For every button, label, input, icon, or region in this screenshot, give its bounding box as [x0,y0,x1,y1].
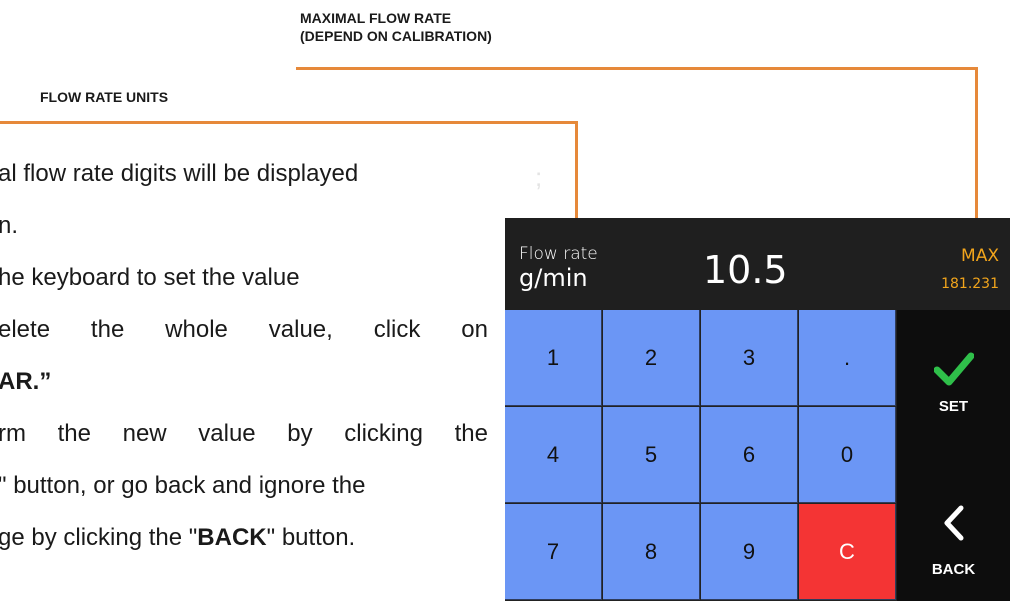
set-button[interactable]: SET [897,310,1010,455]
max-label: MAX [961,246,999,266]
clear-button[interactable]: C [799,504,896,600]
max-callout-line-vertical [975,67,978,230]
max-flow-callout-label: MAXIMAL FLOW RATE (DEPEND ON CALIBRATION… [300,9,492,45]
units-callout-line-horizontal [0,121,578,124]
max-value: 181.231 [941,276,999,292]
max-flow-callout-line2: (DEPEND ON CALIBRATION) [300,28,492,44]
key-5[interactable]: 5 [603,407,700,503]
text-line-6: rm the new value by clicking the [0,420,488,447]
key-6[interactable]: 6 [701,407,798,503]
flow-rate-value-display: 10.5 [703,248,788,292]
text-line-3: he keyboard to set the value [0,264,300,291]
checkmark-icon [934,352,974,386]
side-panel: SET BACK [897,310,1010,601]
instruction-text: al flow rate digits will be displayed n.… [0,148,488,564]
max-flow-callout-line1: MAXIMAL FLOW RATE [300,10,452,26]
key-decimal[interactable]: . [799,310,896,406]
text-line-8: ge by clicking the " BACK " button. [0,524,356,551]
key-3[interactable]: 3 [701,310,798,406]
flow-rate-label: Flow rate [519,244,598,264]
key-8[interactable]: 8 [603,504,700,600]
key-4[interactable]: 4 [505,407,602,503]
back-button[interactable]: BACK [897,455,1010,600]
numeric-keypad: 1 2 3 . 4 5 6 0 7 8 9 C [505,310,897,601]
key-0[interactable]: 0 [799,407,896,503]
text-line-7: " button, or go back and ignore the [0,472,366,499]
key-2[interactable]: 2 [603,310,700,406]
back-label: BACK [931,561,976,578]
set-label: SET [938,398,969,415]
text-line-4: elete the whole value, click on [0,316,488,343]
device-screen: Flow rate g/min 10.5 MAX 181.231 1 2 3 .… [505,218,1010,601]
device-header: Flow rate g/min 10.5 MAX 181.231 [505,218,1010,310]
key-7[interactable]: 7 [505,504,602,600]
text-line-5: AR.” [0,368,52,395]
key-1[interactable]: 1 [505,310,602,406]
max-callout-line-horizontal [296,67,978,70]
flow-units-callout-label: FLOW RATE UNITS [40,89,169,105]
flow-rate-unit: g/min [519,264,588,292]
units-callout-line-vertical [575,121,578,230]
text-line-1: al flow rate digits will be displayed [0,160,359,187]
stray-mark: ; [535,162,543,192]
chevron-left-icon [944,505,964,541]
text-line-2: n. [0,212,19,239]
key-9[interactable]: 9 [701,504,798,600]
